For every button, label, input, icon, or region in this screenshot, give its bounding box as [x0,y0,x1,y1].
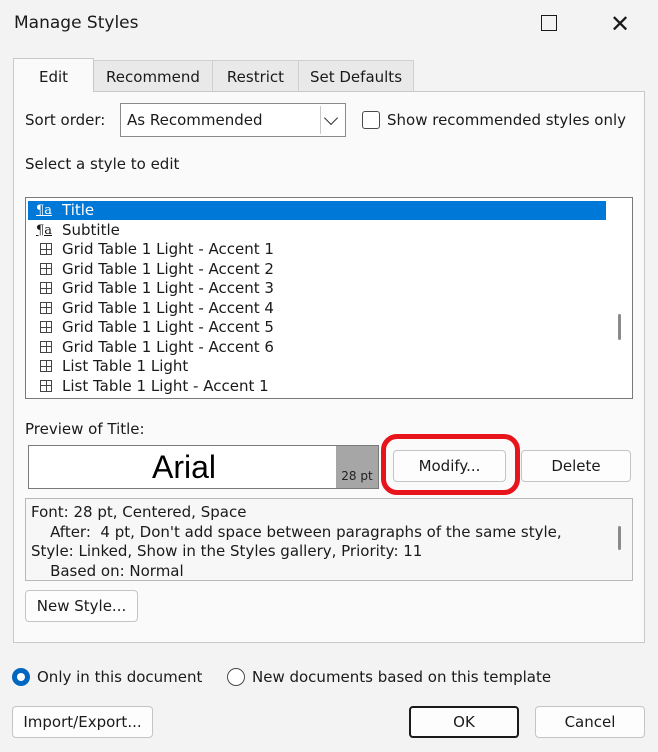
list-item-label: Grid Table 1 Light - Accent 2 [62,259,274,278]
cancel-button[interactable]: Cancel [535,706,645,738]
sort-order-value: As Recommended [127,111,263,129]
list-item[interactable]: Grid Table 1 Light - Accent 1 [28,240,606,259]
annotation-highlight [381,434,520,495]
tab-edit-label: Edit [38,68,69,86]
tab-restrict-label: Restrict [226,68,285,86]
tab-recommend-label: Recommend [106,68,200,86]
delete-button[interactable]: Delete [521,450,631,482]
table-style-icon [40,379,52,392]
table-style-icon [40,321,52,333]
new-documents-label: New documents based on this template [252,668,552,686]
table-style-icon [40,282,52,294]
description-scrollbar[interactable] [618,526,621,550]
linked-style-icon: ¶a [36,203,53,218]
list-item[interactable]: List Table 1 Light - Accent 1 [28,377,606,396]
list-item[interactable]: Grid Table 1 Light - Accent 6 [28,338,606,357]
title-bar: Manage Styles ✕ [0,0,658,48]
list-item-label: Grid Table 1 Light - Accent 5 [62,318,274,336]
list-item[interactable]: ¶a Title [28,201,606,220]
table-style-icon [40,340,52,353]
tab-recommend[interactable]: Recommend [93,60,213,92]
tab-edit[interactable]: Edit [13,58,94,92]
style-list[interactable]: ¶a Title ¶a Subtitle Grid Table 1 Light … [25,197,633,399]
list-item-label: Subtitle [62,220,120,239]
list-item[interactable]: ¶a Subtitle [28,221,606,240]
new-style-button[interactable]: New Style... [25,590,138,622]
show-recommended-checkbox[interactable] [362,111,380,129]
tab-set-defaults-label: Set Defaults [309,68,403,86]
preview-label: Preview of Title: [25,420,145,438]
list-item-label: List Table 1 Light - Accent 1 [62,376,269,395]
list-item[interactable]: Grid Table 1 Light - Accent 3 [28,279,606,298]
only-this-document-label: Only in this document [37,668,203,686]
dropdown-button[interactable] [320,106,343,134]
window-title: Manage Styles [14,13,139,33]
import-export-button[interactable]: Import/Export... [12,706,153,738]
select-style-label: Select a style to edit [25,155,180,173]
list-item[interactable]: Grid Table 1 Light - Accent 5 [28,318,606,337]
show-recommended-label: Show recommended styles only [387,111,627,129]
tab-set-defaults[interactable]: Set Defaults [298,60,414,92]
ok-button[interactable]: OK [409,706,519,738]
table-style-icon [40,360,52,372]
preview-size-badge: 28 pt [336,446,378,488]
list-item-label: Grid Table 1 Light - Accent 4 [62,298,274,317]
list-item-label: Grid Table 1 Light - Accent 1 [62,240,274,258]
sort-order-dropdown[interactable]: As Recommended [120,103,346,137]
description-line: Based on: Normal [31,561,184,580]
description-line: Style: Linked, Show in the Styles galler… [31,542,423,560]
only-this-document-radio[interactable] [12,668,30,686]
linked-style-icon: ¶a [36,222,53,238]
chevron-down-icon [323,110,339,126]
close-icon[interactable]: ✕ [604,8,636,40]
list-item[interactable]: List Table 1 Light [28,357,606,376]
list-item[interactable]: Grid Table 1 Light - Accent 4 [28,299,606,318]
list-item-label: List Table 1 Light [62,357,189,375]
preview-font-sample: Arial [151,449,216,485]
sort-order-label: Sort order: [25,111,106,129]
description-line: Font: 28 pt, Centered, Space [31,503,247,521]
list-item-label: Grid Table 1 Light - Accent 3 [62,279,274,297]
list-item-label: Grid Table 1 Light - Accent 6 [62,337,274,356]
maximize-icon[interactable] [541,15,557,31]
table-style-icon [40,262,52,275]
list-item-label: Title [62,201,95,219]
list-item[interactable]: Grid Table 1 Light - Accent 2 [28,260,606,279]
table-style-icon [40,301,52,314]
description-line: After: 4 pt, Don't add space between par… [31,522,562,541]
new-documents-radio[interactable] [227,668,245,686]
style-preview: Arial 28 pt [28,445,379,489]
tab-restrict[interactable]: Restrict [212,60,299,92]
table-style-icon [40,243,52,255]
style-description: Font: 28 pt, Centered, Space After: 4 pt… [25,498,633,581]
style-list-scrollbar[interactable] [618,314,621,340]
